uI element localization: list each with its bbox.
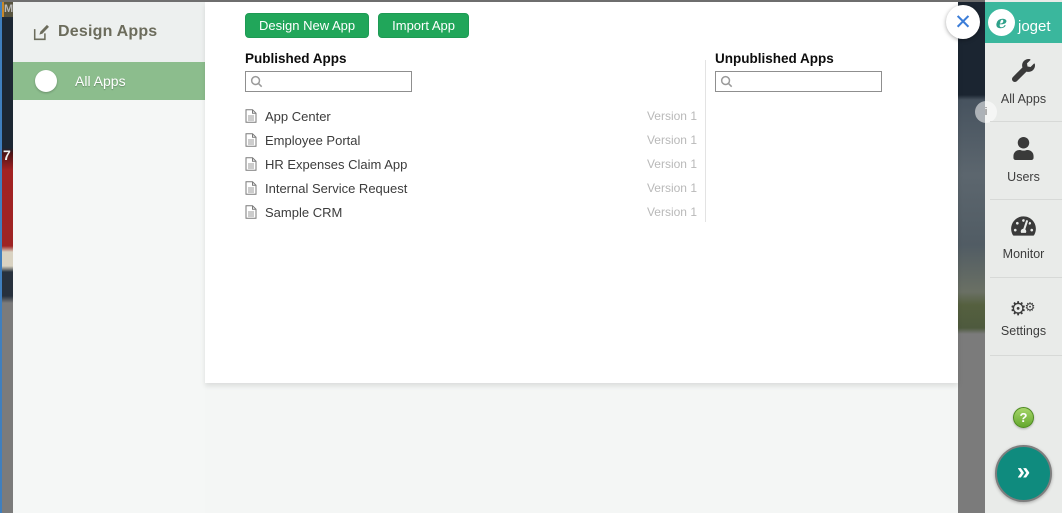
- toolbar-item-label: Settings: [1001, 324, 1046, 338]
- gauge-icon: [1011, 215, 1036, 242]
- design-apps-dialog: Design New App Import App Published Apps…: [205, 2, 958, 383]
- edit-pencil-icon: [33, 24, 50, 41]
- user-icon: [1013, 137, 1034, 165]
- app-row-employee-portal[interactable]: Employee Portal Version 1: [245, 128, 697, 152]
- expand-chevron-button[interactable]: »: [995, 445, 1052, 502]
- unpublished-search-input[interactable]: [736, 73, 881, 90]
- app-row-sample-crm[interactable]: Sample CRM Version 1: [245, 200, 697, 224]
- sidebar-item-all-apps[interactable]: All Apps: [13, 62, 205, 100]
- brand-name: joget: [1018, 10, 1051, 35]
- column-divider: [705, 60, 706, 222]
- app-name: Sample CRM: [265, 205, 647, 220]
- page-title: Design Apps: [58, 23, 157, 41]
- background-photo-number: 7: [3, 147, 11, 163]
- background-photo: [2, 0, 13, 513]
- gears-icon: ⚙⚙: [1010, 295, 1038, 319]
- background-blue-edge: [0, 0, 2, 513]
- joget-logo-icon: e: [988, 9, 1015, 36]
- toolbar-item-users[interactable]: Users: [985, 121, 1062, 199]
- toolbar-item-label: All Apps: [1001, 92, 1046, 106]
- app-version: Version 1: [647, 109, 697, 123]
- radio-circle-icon: [35, 70, 57, 92]
- document-icon: [245, 205, 257, 219]
- close-dialog-button[interactable]: ✕: [946, 5, 980, 39]
- app-row-internal-service[interactable]: Internal Service Request Version 1: [245, 176, 697, 200]
- toolbar-item-settings[interactable]: ⚙⚙ Settings: [985, 277, 1062, 355]
- joget-brand-header[interactable]: e joget: [985, 2, 1062, 43]
- app-row-hr-expenses[interactable]: HR Expenses Claim App Version 1: [245, 152, 697, 176]
- design-new-app-button[interactable]: Design New App: [245, 13, 369, 38]
- published-search-input[interactable]: [266, 73, 411, 90]
- document-icon: [245, 157, 257, 171]
- import-app-button[interactable]: Import App: [378, 13, 469, 38]
- toolbar-item-label: Monitor: [1003, 247, 1045, 261]
- app-name: Internal Service Request: [265, 181, 647, 196]
- toolbar-item-label: Users: [1007, 170, 1040, 184]
- app-name: App Center: [265, 109, 647, 124]
- document-icon: [245, 133, 257, 147]
- document-icon: [245, 109, 257, 123]
- app-version: Version 1: [647, 181, 697, 195]
- help-button[interactable]: ?: [1013, 407, 1034, 428]
- unpublished-search-box: [715, 71, 882, 92]
- app-version: Version 1: [647, 205, 697, 219]
- wrench-icon: [1012, 59, 1035, 87]
- published-apps-heading: Published Apps: [245, 51, 347, 66]
- right-toolbar: e joget i All Apps Users Monitor: [985, 0, 1062, 513]
- sidebar-header: Design Apps: [13, 2, 205, 62]
- app-name: HR Expenses Claim App: [265, 157, 647, 172]
- background-partial-text: M: [2, 0, 13, 17]
- dialog-actions: Design New App Import App: [245, 13, 469, 38]
- published-search-box: [245, 71, 412, 92]
- design-apps-screen: M 7 Design Apps All Apps Design New App …: [0, 0, 1062, 513]
- background-photo-left-strip: M 7: [0, 0, 13, 513]
- app-version: Version 1: [647, 133, 697, 147]
- search-icon: [720, 75, 733, 88]
- search-icon: [250, 75, 263, 88]
- app-row-app-center[interactable]: App Center Version 1: [245, 104, 697, 128]
- sidebar: Design Apps All Apps: [13, 2, 205, 513]
- toolbar-divider: [990, 355, 1062, 356]
- published-app-list: App Center Version 1 Employee Portal Ver…: [245, 104, 697, 224]
- sidebar-item-label: All Apps: [75, 73, 126, 89]
- toolbar-item-all-apps[interactable]: All Apps: [985, 43, 1062, 121]
- app-version: Version 1: [647, 157, 697, 171]
- document-icon: [245, 181, 257, 195]
- unpublished-apps-heading: Unpublished Apps: [715, 51, 834, 66]
- background-photo-right-strip: [958, 0, 985, 513]
- app-name: Employee Portal: [265, 133, 647, 148]
- toolbar-item-monitor[interactable]: Monitor: [985, 199, 1062, 277]
